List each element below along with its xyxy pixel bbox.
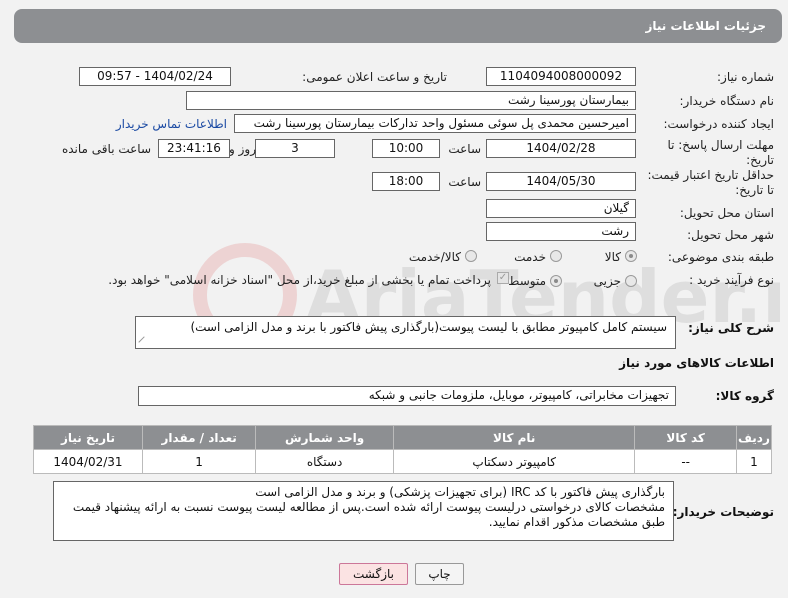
items-table-header: ردیف کد کالا نام کالا واحد شمارش تعداد /… xyxy=(33,425,773,450)
goods-group-label: گروه کالا: xyxy=(715,389,774,403)
deadline-label-1: مهلت ارسال پاسخ: تا xyxy=(667,138,774,152)
buyer-notes-label: توضیحات خریدار: xyxy=(672,505,774,519)
deadline-time-field: 10:00 xyxy=(372,139,440,158)
deadline-date-field: 1404/02/28 xyxy=(486,139,636,158)
general-desc-label: شرح کلی نیاز: xyxy=(688,321,774,335)
category-label: طبقه بندی موضوعی: xyxy=(667,250,774,264)
province-field: گیلان xyxy=(486,199,636,218)
cell-unit: دستگاه xyxy=(255,449,395,474)
page-header: جزئیات اطلاعات نیاز xyxy=(14,9,782,43)
announce-datetime-field: 1404/02/24 - 09:57 xyxy=(79,67,231,86)
city-field: رشت xyxy=(486,222,636,241)
buyer-org-label: نام دستگاه خریدار: xyxy=(679,94,775,108)
treasury-note: پرداخت تمام یا بخشی از مبلغ خرید،از محل … xyxy=(108,273,491,287)
cell-name: کامپیوتر دسکتاپ xyxy=(393,449,636,474)
cell-row: 1 xyxy=(735,449,773,474)
cell-code: -- xyxy=(634,449,737,474)
items-table: ردیف کد کالا نام کالا واحد شمارش تعداد /… xyxy=(33,425,773,474)
validity-time-field: 18:00 xyxy=(372,172,440,191)
items-info-title: اطلاعات کالاهای مورد نیاز xyxy=(619,356,774,370)
category-radio-goods[interactable] xyxy=(625,250,637,262)
remaining-time-field: 23:41:16 xyxy=(158,139,230,158)
category-option-goods: کالا xyxy=(604,250,621,264)
buyer-notes-field: بارگذاری پیش فاکتور با کد IRC (برای تجهی… xyxy=(53,481,674,541)
category-radio-both[interactable] xyxy=(465,250,477,262)
col-header-qty: تعداد / مقدار xyxy=(141,425,257,450)
validity-time-label: ساعت xyxy=(448,175,481,189)
category-option-both: کالا/خدمت xyxy=(408,250,461,264)
process-type-label: نوع فرآیند خرید : xyxy=(689,273,774,287)
process-option-medium: متوسط xyxy=(508,274,546,288)
col-header-unit: واحد شمارش xyxy=(255,425,395,450)
back-button[interactable]: بازگشت xyxy=(339,563,408,585)
treasury-checkbox[interactable]: ✓ xyxy=(497,272,509,284)
page-frame: جزئیات اطلاعات نیاز AriaTender.neT شماره… xyxy=(0,0,788,598)
validity-label-2: تا تاریخ: xyxy=(735,183,774,197)
need-number-label: شماره نیاز: xyxy=(717,70,774,84)
col-header-code: کد کالا xyxy=(634,425,737,450)
print-button[interactable]: چاپ xyxy=(415,563,464,585)
process-radio-medium[interactable] xyxy=(550,275,562,287)
province-label: استان محل تحویل: xyxy=(679,206,774,220)
buyer-org-field: بیمارستان پورسینا رشت xyxy=(186,91,636,110)
goods-group-field: تجهیزات مخابراتی، کامپیوتر، موبایل، ملزو… xyxy=(138,386,676,406)
buyer-contact-link[interactable]: اطلاعات تماس خریدار xyxy=(116,117,227,131)
category-option-service: خدمت xyxy=(514,250,546,264)
process-radio-minor[interactable] xyxy=(625,275,637,287)
city-label: شهر محل تحویل: xyxy=(687,228,774,242)
announce-datetime-label: تاریخ و ساعت اعلان عمومی: xyxy=(302,70,447,84)
hours-remaining-label: ساعت باقی مانده xyxy=(61,142,151,156)
deadline-days-field: 3 xyxy=(255,139,335,158)
table-row: 1 -- کامپیوتر دسکتاپ دستگاه 1 1404/02/31 xyxy=(33,449,773,474)
col-header-date: تاریخ نیاز xyxy=(33,425,143,450)
requester-field: امیرحسین محمدی پل سوئی مسئول واحد تدارکا… xyxy=(234,114,636,133)
need-number-field: 1104094008000092 xyxy=(486,67,636,86)
cell-qty: 1 xyxy=(141,449,257,474)
col-header-name: نام کالا xyxy=(393,425,636,450)
requester-label: ایجاد کننده درخواست: xyxy=(663,117,774,131)
deadline-time-label: ساعت xyxy=(448,142,481,156)
general-desc-field: سیستم کامل کامپیوتر مطابق با لیست پیوست(… xyxy=(135,316,676,349)
category-radio-service[interactable] xyxy=(550,250,562,262)
days-and-label: روز و xyxy=(229,142,256,156)
deadline-label-2: تاریخ: xyxy=(746,153,774,167)
validity-date-field: 1404/05/30 xyxy=(486,172,636,191)
process-option-minor: جزیی xyxy=(593,274,621,288)
col-header-row: ردیف xyxy=(735,425,773,450)
validity-label-1: حداقل تاریخ اعتبار قیمت: xyxy=(647,168,774,182)
cell-date: 1404/02/31 xyxy=(33,449,143,474)
